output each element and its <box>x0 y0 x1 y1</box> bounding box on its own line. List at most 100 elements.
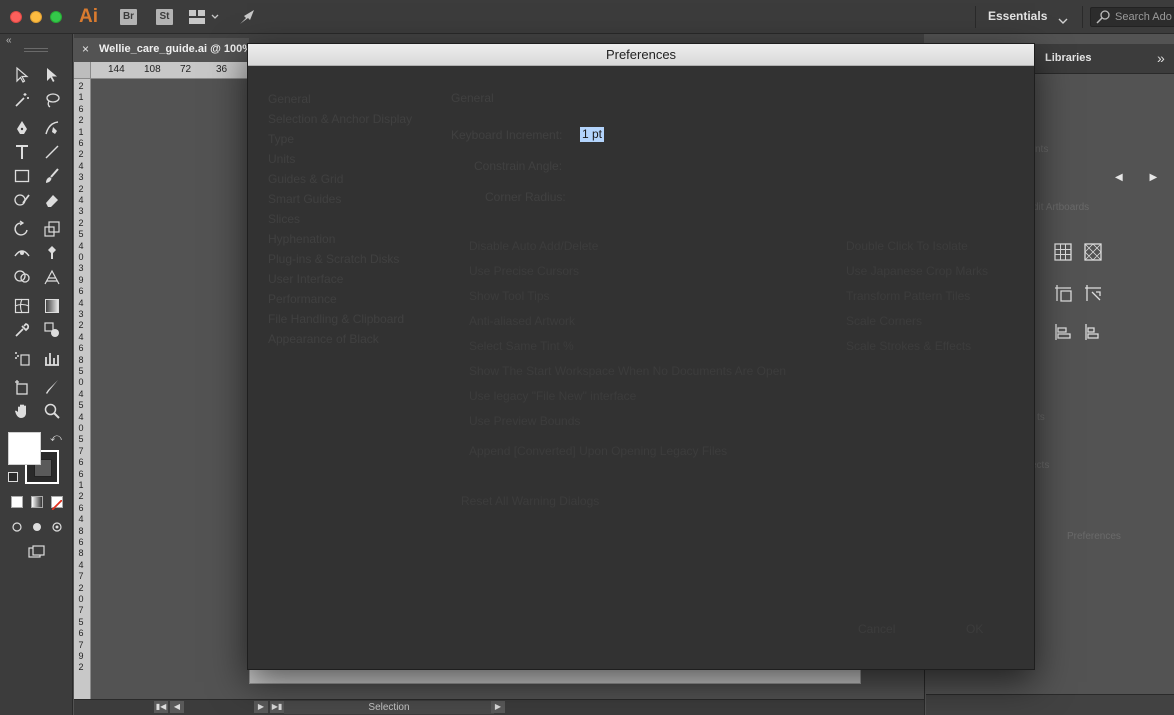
option-scale-strokes[interactable]: Scale Strokes & Effects <box>846 339 971 353</box>
paintbrush-tool-icon[interactable] <box>40 165 64 187</box>
direct-selection-tool-icon[interactable] <box>40 64 64 86</box>
zoom-tool-icon[interactable] <box>40 400 64 422</box>
shape-builder-tool-icon[interactable] <box>10 266 34 288</box>
draw-mode-icons[interactable] <box>3 516 69 538</box>
align-left-icon[interactable] <box>1052 321 1074 343</box>
bridge-button[interactable]: Br <box>120 9 137 25</box>
puppet-warp-tool-icon[interactable] <box>40 242 64 264</box>
symbol-sprayer-tool-icon[interactable] <box>10 347 34 369</box>
screen-mode-icon[interactable] <box>24 541 48 563</box>
ok-button[interactable]: OK <box>966 622 983 636</box>
lasso-tool-icon[interactable] <box>40 89 64 111</box>
option-select-same-tint[interactable]: Select Same Tint % <box>469 339 574 353</box>
close-window-button[interactable] <box>10 11 22 23</box>
eyedropper-tool-icon[interactable] <box>10 319 34 341</box>
transparency-grid-icon[interactable] <box>1082 241 1104 263</box>
option-double-click-isolate[interactable]: Double Click To Isolate <box>846 239 968 253</box>
nav-item-user-interface[interactable]: User Interface <box>268 272 343 286</box>
keyboard-increment-input[interactable]: 1 pt <box>580 127 605 142</box>
status-menu-button[interactable]: ▶ <box>491 701 505 713</box>
vertical-ruler[interactable]: 2162162432432540396432468504540576612648… <box>74 79 91 699</box>
artboard-nav-arrows[interactable]: ◀ ▶ <box>1115 172 1169 183</box>
reset-warning-dialogs-button[interactable]: Reset All Warning Dialogs <box>461 494 599 508</box>
close-tab-icon[interactable]: × <box>82 42 89 56</box>
blend-tool-icon[interactable] <box>40 319 64 341</box>
none-mode-icon[interactable] <box>51 496 63 511</box>
selection-tool-icon[interactable] <box>10 64 34 86</box>
ruler-origin[interactable] <box>74 62 91 79</box>
horizontal-scrollbar[interactable] <box>249 669 861 684</box>
width-tool-icon[interactable] <box>10 242 34 264</box>
pen-tool-icon[interactable] <box>10 117 34 139</box>
swap-fill-stroke-icon[interactable]: ⤺ <box>50 432 62 445</box>
option-anti-aliased[interactable]: Anti-aliased Artwork <box>469 314 575 328</box>
document-tab[interactable]: × Wellie_care_guide.ai @ 100% <box>74 38 252 62</box>
mesh-tool-icon[interactable] <box>10 295 34 317</box>
option-start-workspace[interactable]: Show The Start Workspace When No Documen… <box>469 364 786 378</box>
search-adobe-stock-input[interactable]: Search Ado <box>1090 7 1174 27</box>
ruler-digit: 0 <box>78 377 84 388</box>
nav-item-slices[interactable]: Slices <box>268 212 300 226</box>
nav-item-units[interactable]: Units <box>268 152 295 166</box>
option-transform-pattern-tiles[interactable]: Transform Pattern Tiles <box>846 289 970 303</box>
grid-icon[interactable] <box>1052 241 1074 263</box>
gpu-performance-icon[interactable] <box>238 8 258 31</box>
option-append-converted[interactable]: Append [Converted] Upon Opening Legacy F… <box>469 444 727 458</box>
rectangle-tool-icon[interactable] <box>10 165 34 187</box>
line-segment-tool-icon[interactable] <box>40 141 64 163</box>
nav-item-plugins-scratch[interactable]: Plug-ins & Scratch Disks <box>268 252 399 266</box>
fill-color-swatch[interactable] <box>8 432 41 465</box>
gradient-mode-icon[interactable] <box>31 496 43 508</box>
option-scale-corners[interactable]: Scale Corners <box>846 314 922 328</box>
shaper-tool-icon[interactable] <box>10 189 34 211</box>
option-precise-cursors[interactable]: Use Precise Cursors <box>469 264 579 278</box>
nav-item-hyphenation[interactable]: Hyphenation <box>268 232 335 246</box>
stock-button[interactable]: St <box>156 9 173 25</box>
cancel-button[interactable]: Cancel <box>858 622 895 636</box>
expand-panels-icon[interactable]: » <box>1157 50 1165 66</box>
align-to-pixel-grid-icon[interactable] <box>1052 282 1074 304</box>
curvature-tool-icon[interactable] <box>40 117 64 139</box>
distribute-icon[interactable] <box>1082 321 1104 343</box>
nav-item-appearance-black[interactable]: Appearance of Black <box>268 332 379 346</box>
nav-item-selection-anchor[interactable]: Selection & Anchor Display <box>268 112 412 126</box>
option-disable-auto-add[interactable]: Disable Auto Add/Delete <box>469 239 598 253</box>
tab-libraries[interactable]: Libraries <box>1045 52 1091 64</box>
option-show-tool-tips[interactable]: Show Tool Tips <box>469 289 550 303</box>
perspective-grid-tool-icon[interactable] <box>40 266 64 288</box>
nav-item-smart-guides[interactable]: Smart Guides <box>268 192 341 206</box>
panel-grip[interactable] <box>24 48 48 52</box>
option-japanese-crop-marks[interactable]: Use Japanese Crop Marks <box>846 264 988 278</box>
previous-artboard-button[interactable]: ◀ <box>170 701 184 713</box>
first-artboard-button[interactable]: ▮◀ <box>154 701 168 713</box>
nav-item-file-handling[interactable]: File Handling & Clipboard <box>268 312 404 326</box>
default-fill-stroke-icon[interactable] <box>8 472 18 482</box>
nav-item-performance[interactable]: Performance <box>268 292 337 306</box>
scale-tool-icon[interactable] <box>40 218 64 240</box>
nav-item-type[interactable]: Type <box>268 132 294 146</box>
gradient-tool-icon[interactable] <box>40 295 64 317</box>
option-preview-bounds[interactable]: Use Preview Bounds <box>469 414 580 428</box>
last-artboard-button[interactable]: ▶▮ <box>270 701 284 713</box>
arrange-documents-icon[interactable] <box>189 10 219 29</box>
artboard-tool-icon[interactable] <box>10 376 34 398</box>
next-artboard-button[interactable]: ▶ <box>254 701 268 713</box>
snap-to-point-icon[interactable] <box>1082 282 1104 304</box>
nav-item-guides-grid[interactable]: Guides & Grid <box>268 172 343 186</box>
option-legacy-file-new[interactable]: Use legacy "File New" interface <box>469 389 636 403</box>
rotate-tool-icon[interactable] <box>10 218 34 240</box>
nav-item-general[interactable]: General <box>268 92 311 106</box>
color-mode-icon[interactable] <box>11 496 23 508</box>
status-mode-display[interactable]: Selection <box>284 701 494 714</box>
magic-wand-tool-icon[interactable] <box>10 89 34 111</box>
type-tool-icon[interactable] <box>10 141 34 163</box>
hand-tool-icon[interactable] <box>10 400 34 422</box>
workspace-switcher[interactable]: Essentials <box>988 9 1047 23</box>
chevron-down-icon[interactable] <box>1058 12 1068 30</box>
minimize-window-button[interactable] <box>30 11 42 23</box>
column-graph-tool-icon[interactable] <box>40 347 64 369</box>
slice-tool-icon[interactable] <box>40 376 64 398</box>
collapse-panel-icon[interactable]: « <box>6 35 12 46</box>
eraser-tool-icon[interactable] <box>40 189 64 211</box>
zoom-window-button[interactable] <box>50 11 62 23</box>
